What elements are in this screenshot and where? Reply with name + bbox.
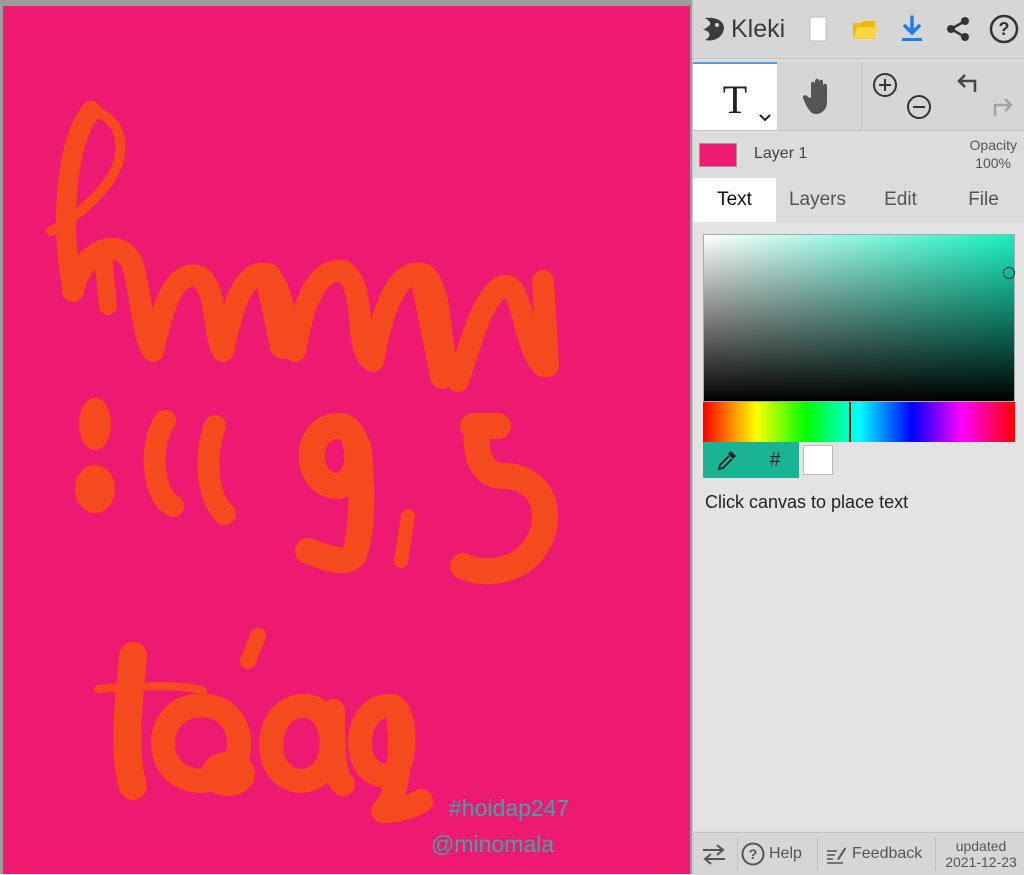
drawing-canvas[interactable]: #hoidap247 @minomala [3,6,690,874]
help-label: Help [769,845,802,862]
opacity-label: Opacity [969,137,1017,153]
sidebar: Kleki ? T Layer 1 Opacity 100% Text Laye… [692,0,1024,875]
download-icon[interactable] [895,12,929,46]
footer-divider [817,837,818,871]
footer-divider [737,837,738,871]
updated-label: updated [955,838,1007,854]
version-info[interactable]: updated 2021-12-23 [939,838,1023,870]
hand-icon [802,78,827,114]
top-toolbar: Kleki ? [693,0,1024,59]
saturation-value-picker[interactable] [703,234,1015,402]
help-circle-icon: ? [741,842,765,866]
svg-text:?: ? [999,19,1010,39]
hue-slider-handle[interactable] [849,402,851,442]
svg-text:?: ? [749,846,758,862]
hex-input-button[interactable]: # [751,442,799,478]
panel-tabs: Text Layers Edit File [693,178,1024,222]
share-icon[interactable] [941,12,975,46]
feedback-button[interactable]: Feedback [825,833,922,875]
kleki-logo[interactable]: Kleki [699,10,785,48]
hand-tool-button[interactable] [777,62,861,130]
help-button[interactable]: ? Help [741,833,802,875]
hint-text: Click canvas to place text [705,492,909,512]
footer-bar: ? Help Feedback updated 2021-12-23 [693,832,1024,875]
hex-symbol: # [769,448,781,471]
eyedropper-icon [717,451,736,471]
current-color-swatch[interactable] [803,445,833,475]
layer-thumbnail [699,143,737,167]
color-picker-cursor[interactable] [1003,267,1015,279]
watermark-tag: #hoidap247 [449,795,569,821]
swap-sides-button[interactable] [701,833,729,875]
kleki-logo-icon [703,17,725,41]
tab-layers[interactable]: Layers [776,178,859,222]
zoom-in-icon[interactable] [872,72,898,98]
zoom-out-icon[interactable] [906,94,932,120]
hue-slider[interactable] [703,402,1015,442]
text-tool-icon: T [722,76,748,122]
feedback-icon [827,847,846,864]
app-name: Kleki [731,14,786,43]
footer-divider [935,837,936,871]
tab-file[interactable]: File [942,178,1024,222]
eyedropper-button[interactable] [703,442,751,478]
tab-text[interactable]: Text [693,178,776,222]
open-folder-icon[interactable] [848,12,882,46]
redo-icon[interactable] [987,96,1015,120]
swap-icon [703,844,725,865]
watermark-user: @minomala [431,831,554,857]
updated-date: 2021-12-23 [945,854,1017,870]
tool-row: T [693,62,1024,131]
layer-row[interactable]: Layer 1 Opacity 100% [693,131,1024,177]
history-controls [945,62,1024,130]
opacity-value: 100% [975,155,1011,171]
layer-name: Layer 1 [754,145,808,162]
undo-icon[interactable] [955,72,983,96]
canvas-area[interactable]: #hoidap247 @minomala [0,0,692,874]
zoom-controls [861,62,945,130]
feedback-label: Feedback [852,845,923,862]
help-icon[interactable]: ? [987,12,1021,46]
new-image-icon[interactable] [801,12,835,46]
text-tool-button[interactable]: T [693,62,777,130]
chevron-down-icon[interactable] [759,114,771,122]
tab-edit[interactable]: Edit [859,178,942,222]
text-panel: # Click canvas to place text [693,222,1024,830]
